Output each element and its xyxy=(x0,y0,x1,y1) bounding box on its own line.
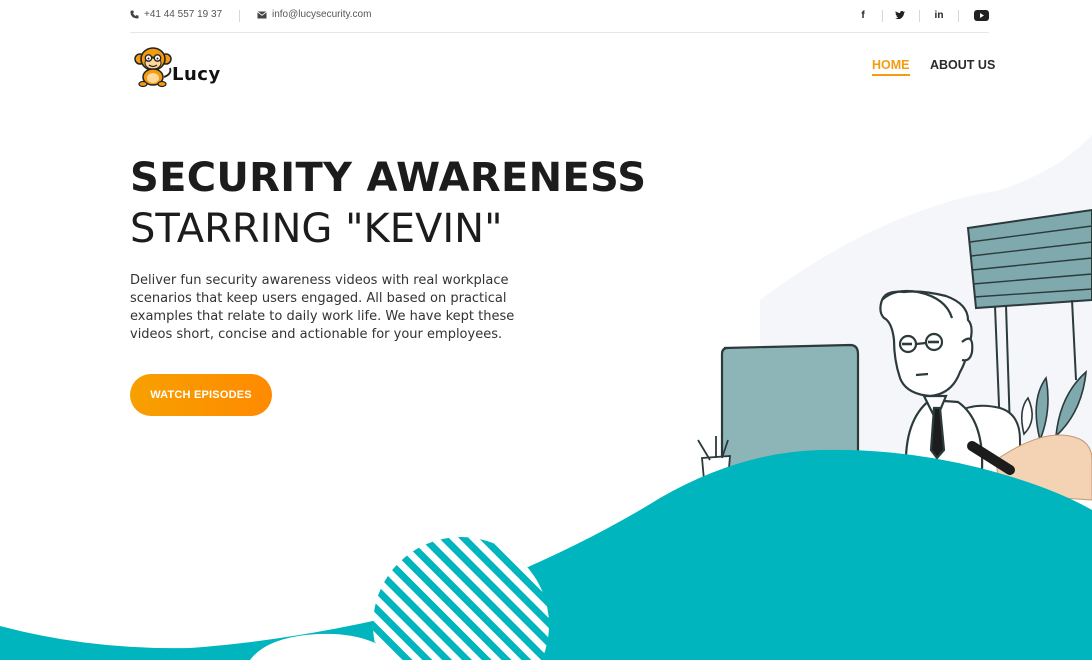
striped-circle xyxy=(373,537,549,660)
hero-title-line-2: STARRING "KEVIN" xyxy=(130,206,503,252)
watch-episodes-button[interactable]: WATCH EPISODES xyxy=(130,374,272,416)
hero-description: Deliver fun security awareness videos wi… xyxy=(130,273,515,342)
hero-title-line-1: SECURITY AWARENESS xyxy=(130,155,647,201)
